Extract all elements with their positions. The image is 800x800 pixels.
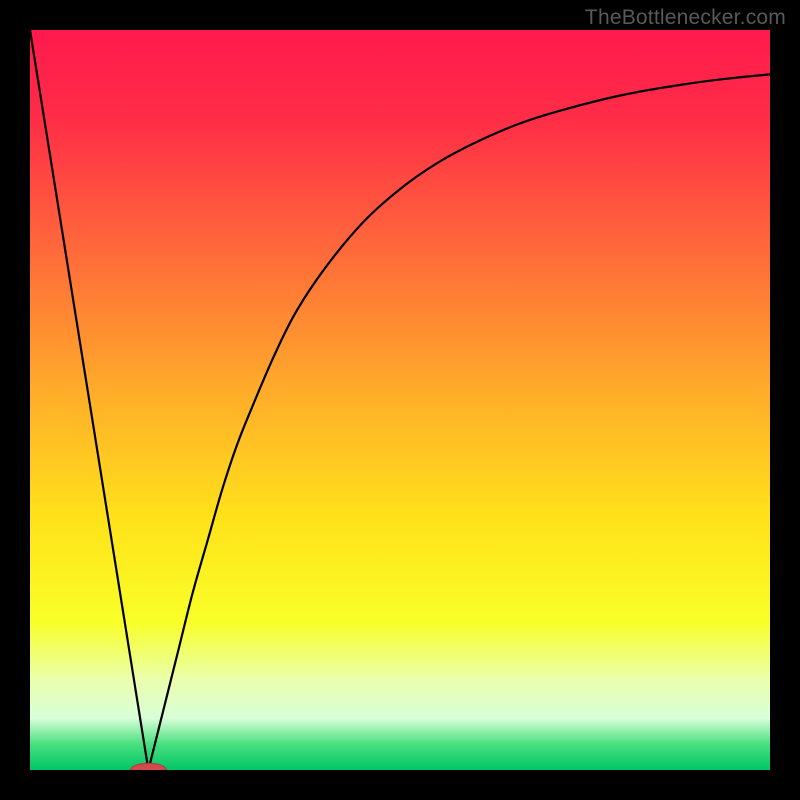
watermark-text: TheBottlenecker.com (585, 6, 786, 30)
bottleneck-chart (30, 30, 770, 770)
gradient-background (30, 30, 770, 770)
chart-frame: TheBottlenecker.com (0, 0, 800, 800)
